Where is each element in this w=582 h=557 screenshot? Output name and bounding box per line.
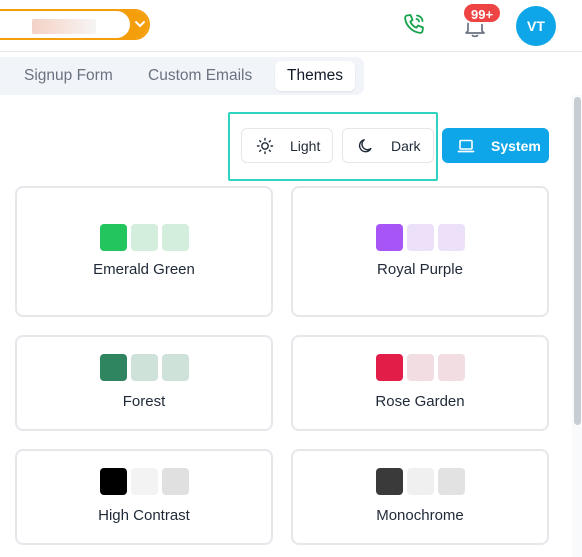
- notification-count-badge: 99+: [462, 2, 503, 24]
- theme-card-high-contrast[interactable]: High Contrast: [15, 449, 273, 545]
- notifications-button[interactable]: 99+: [462, 2, 503, 40]
- chevron-down-icon: [135, 21, 145, 28]
- theme-name: Royal Purple: [377, 261, 463, 278]
- theme-card-monochrome[interactable]: Monochrome: [291, 449, 549, 545]
- theme-card-rose-garden[interactable]: Rose Garden: [291, 335, 549, 431]
- theme-swatches: [376, 354, 465, 381]
- theme-card-forest[interactable]: Forest: [15, 335, 273, 431]
- sun-icon: [256, 137, 274, 154]
- theme-name: Emerald Green: [93, 261, 195, 278]
- color-swatch: [162, 224, 189, 251]
- color-swatch: [376, 224, 403, 251]
- dark-mode-label: Dark: [391, 137, 421, 154]
- color-swatch: [131, 224, 158, 251]
- phone-call-icon[interactable]: [402, 12, 426, 36]
- theme-swatches: [100, 354, 189, 381]
- redacted-org-name: [32, 19, 96, 34]
- color-swatch: [100, 224, 127, 251]
- laptop-icon: [457, 139, 475, 152]
- theme-swatches: [100, 468, 189, 495]
- theme-name: Rose Garden: [375, 393, 465, 410]
- color-swatch: [376, 354, 403, 381]
- color-swatch: [407, 354, 434, 381]
- tab-signup-form[interactable]: Signup Form: [12, 61, 125, 91]
- system-mode-label: System: [491, 137, 541, 154]
- theme-name: Monochrome: [376, 507, 464, 524]
- light-mode-label: Light: [290, 137, 321, 154]
- color-swatch: [162, 354, 189, 381]
- color-swatch: [162, 468, 189, 495]
- color-swatch: [100, 468, 127, 495]
- color-swatch: [100, 354, 127, 381]
- moon-icon: [358, 138, 372, 152]
- settings-tabs: Signup Form Custom Emails Themes: [0, 57, 364, 95]
- theme-card-royal-purple[interactable]: Royal Purple: [291, 186, 549, 317]
- color-swatch: [376, 468, 403, 495]
- light-mode-button[interactable]: Light: [241, 128, 333, 163]
- theme-swatches: [100, 224, 189, 251]
- scrollbar-thumb[interactable]: [574, 97, 581, 425]
- theme-swatches: [376, 224, 465, 251]
- theme-card-emerald-green[interactable]: Emerald Green: [15, 186, 273, 317]
- system-mode-button[interactable]: System: [442, 128, 549, 163]
- top-bar: 99+ VT: [0, 0, 582, 52]
- theme-swatches: [376, 468, 465, 495]
- color-swatch: [131, 468, 158, 495]
- organization-selector[interactable]: [0, 9, 150, 40]
- color-swatch: [407, 468, 434, 495]
- tab-themes[interactable]: Themes: [275, 61, 355, 91]
- user-avatar[interactable]: VT: [516, 6, 556, 46]
- color-swatch: [407, 224, 434, 251]
- color-swatch: [438, 224, 465, 251]
- theme-name: High Contrast: [98, 507, 190, 524]
- dark-mode-button[interactable]: Dark: [342, 128, 434, 163]
- theme-name: Forest: [122, 393, 166, 410]
- color-swatch: [438, 468, 465, 495]
- color-swatch: [131, 354, 158, 381]
- color-swatch: [438, 354, 465, 381]
- tab-custom-emails[interactable]: Custom Emails: [136, 61, 264, 91]
